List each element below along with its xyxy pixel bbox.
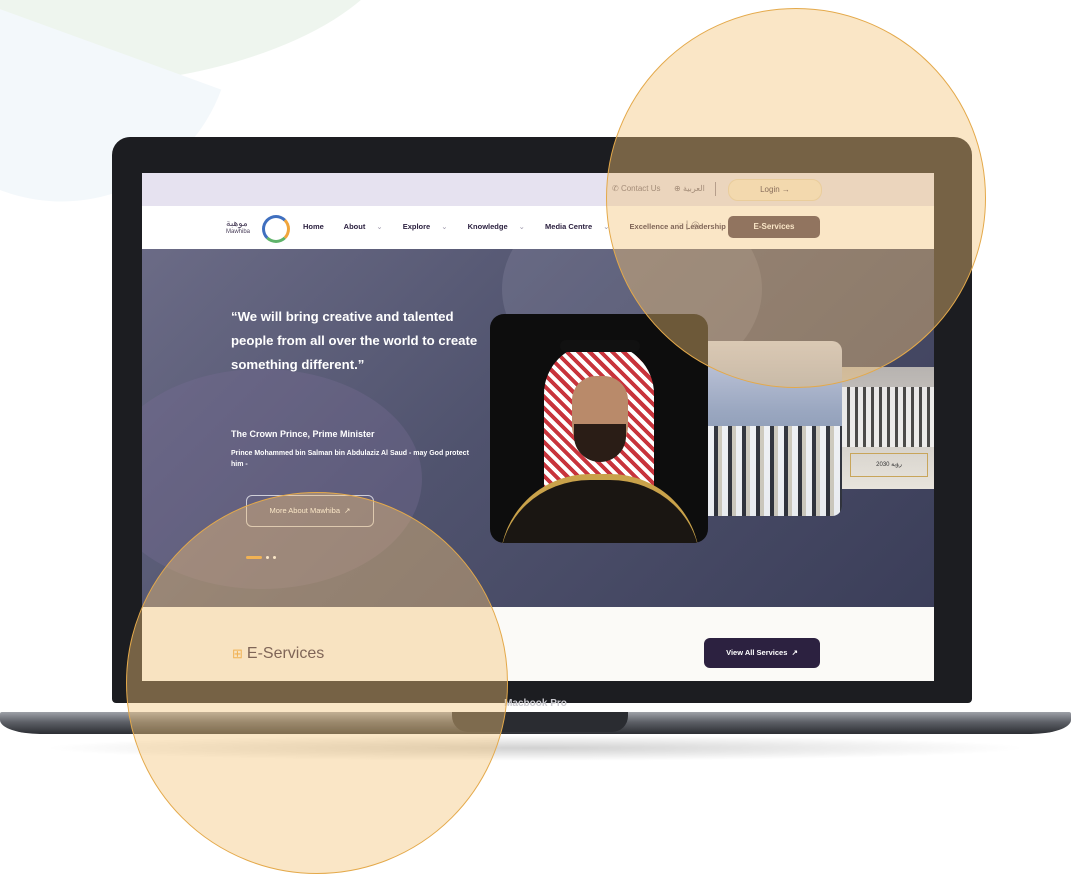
portrait-agal	[560, 340, 640, 352]
view-all-services-button[interactable]: View All Services ↗	[704, 638, 820, 668]
chevron-down-icon: ⌄	[376, 222, 383, 231]
chevron-down-icon: ⌄	[441, 222, 448, 231]
nav-label: Home	[303, 222, 324, 231]
logo-arabic-text: موهبة	[226, 218, 248, 228]
arrow-up-right-icon: ↗	[791, 648, 798, 657]
crown-prince-portrait	[490, 314, 708, 543]
nav-item-knowledge[interactable]: Knowledge ⌄	[468, 222, 534, 231]
nav-item-about[interactable]: About ⌄	[344, 222, 392, 231]
highlight-circle	[126, 492, 508, 874]
hero-attribution-subtitle: Prince Mohammed bin Salman bin Abdulaziz…	[231, 450, 469, 468]
mawhiba-logo[interactable]: موهبة Mawhiba	[226, 215, 296, 243]
nav-item-explore[interactable]: Explore ⌄	[403, 222, 457, 231]
group-photo-vision: 2030 رؤية	[842, 367, 934, 489]
highlight-circle	[606, 8, 986, 388]
nav-label: About	[343, 222, 366, 231]
hero-attribution-title: The Crown Prince, Prime Minister	[231, 429, 375, 439]
chevron-down-icon: ⌄	[518, 222, 525, 231]
vision-plaque: 2030 رؤية	[850, 453, 928, 477]
logo-mark-icon	[262, 215, 290, 243]
nav-label: Knowledge	[467, 222, 508, 231]
nav-item-home[interactable]: Home	[303, 222, 333, 231]
group-crowd	[842, 387, 934, 447]
view-all-label: View All Services	[726, 648, 788, 657]
portrait-bisht	[500, 474, 700, 543]
nav-label: Explore	[402, 222, 431, 231]
logo-english-text: Mawhiba	[226, 229, 251, 235]
hero-quote: “We will bring creative and talented peo…	[231, 309, 478, 372]
group-crowd	[708, 426, 842, 516]
nav-label: Media Centre	[545, 222, 593, 231]
